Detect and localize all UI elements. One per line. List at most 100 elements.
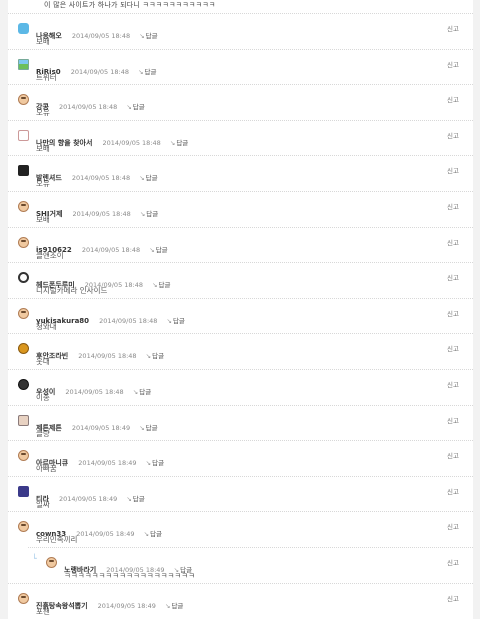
- comment-body: 클량: [36, 428, 50, 438]
- reply-arrow-icon: ↘: [169, 138, 176, 147]
- comment-body: 일짜: [36, 499, 50, 509]
- comment-date: 2014/09/05 18:48: [70, 67, 129, 76]
- dark-character-icon[interactable]: [18, 485, 29, 497]
- comment-item: 티라 2014/09/05 18:49 ↘답글 일짜 신고: [8, 475, 473, 513]
- comment-item: 발렌셔드 2014/09/05 18:48 ↘답글 오유 신고: [8, 155, 473, 192]
- lion-icon[interactable]: [18, 343, 29, 355]
- comment-item: SHI거제 2014/09/05 18:48 ↘답글 보배 신고: [8, 191, 473, 228]
- reply-button[interactable]: ↘답글: [126, 103, 144, 111]
- report-button[interactable]: 신고: [447, 343, 459, 353]
- comment-date: 2014/09/05 18:48: [71, 174, 131, 183]
- reply-indicator-icon: └: [32, 554, 37, 563]
- reply-arrow-icon: ↘: [138, 67, 144, 76]
- reply-arrow-icon: ↘: [126, 494, 132, 503]
- face-icon[interactable]: [18, 236, 29, 248]
- face-icon[interactable]: [18, 592, 29, 604]
- report-button[interactable]: 신고: [447, 521, 459, 531]
- reply-button[interactable]: ↘답글: [139, 32, 157, 40]
- reply-arrow-icon: ↘: [145, 352, 152, 361]
- landscape-icon[interactable]: [18, 58, 29, 70]
- comment-date: 2014/09/05 18:48: [71, 32, 131, 40]
- report-button[interactable]: 신고: [447, 379, 459, 389]
- reply-button[interactable]: ↘답글: [144, 530, 162, 538]
- reply-button[interactable]: ↘답글: [146, 459, 164, 467]
- reply-button[interactable]: ↘답글: [139, 174, 157, 182]
- reply-button[interactable]: ↘답글: [165, 602, 183, 610]
- comment-item: 나만의 향을 찾아서 2014/09/05 18:48 ↘답글 보배 신고: [8, 119, 473, 157]
- comment-body: 디지털카메라 인사이드: [36, 286, 108, 296]
- report-button[interactable]: 신고: [447, 59, 459, 69]
- blue-character-icon[interactable]: [18, 23, 29, 34]
- face-icon[interactable]: [18, 94, 29, 106]
- reply-comment: └ 노랭바라기 2014/09/05 18:49 ↘답글 ㅋㅋㅋㅋㅋㅋㅋㅋㅋㅋㅋ…: [28, 547, 473, 584]
- reply-button[interactable]: ↘답글: [140, 210, 158, 218]
- report-button[interactable]: 신고: [447, 272, 459, 282]
- reply-button[interactable]: ↘답글: [152, 281, 170, 289]
- comment-date: 2014/09/05 18:49: [76, 530, 135, 539]
- reply-arrow-icon: ↘: [139, 32, 145, 40]
- reply-arrow-icon: ↘: [166, 316, 172, 325]
- cat-icon[interactable]: [18, 129, 29, 141]
- comment-date: 2014/09/05 18:48: [81, 245, 141, 254]
- report-button[interactable]: 신고: [447, 23, 459, 33]
- report-button[interactable]: 신고: [447, 486, 459, 496]
- reply-arrow-icon: ↘: [145, 459, 152, 468]
- monster-icon[interactable]: [18, 379, 29, 390]
- comment-body: 웃대: [36, 357, 50, 367]
- report-button[interactable]: 신고: [447, 415, 459, 425]
- report-button[interactable]: 신고: [447, 237, 459, 247]
- reply-button[interactable]: ↘답글: [167, 317, 185, 325]
- report-button[interactable]: 신고: [447, 308, 459, 318]
- report-button[interactable]: 신고: [447, 130, 459, 140]
- reply-button[interactable]: ↘답글: [139, 424, 157, 432]
- face-icon[interactable]: [18, 521, 29, 533]
- reply-button[interactable]: ↘답글: [126, 495, 144, 503]
- reply-arrow-icon: ↘: [149, 245, 155, 254]
- comment-item: 우성이 2014/09/05 18:48 ↘답글 이종 신고: [8, 369, 473, 406]
- report-button[interactable]: 신고: [447, 165, 459, 175]
- black-character-icon[interactable]: [18, 165, 29, 177]
- comment-body: 트위터: [36, 72, 57, 82]
- comment-body: 보배: [36, 37, 50, 46]
- reply-button[interactable]: ↘답글: [133, 388, 151, 396]
- reply-arrow-icon: ↘: [152, 281, 158, 290]
- headphones-icon[interactable]: [18, 272, 29, 284]
- comment-date: 2014/09/05 18:48: [65, 388, 124, 396]
- small-character-icon[interactable]: [18, 414, 29, 426]
- face-icon[interactable]: [18, 307, 29, 319]
- reply-arrow-icon: ↘: [132, 388, 139, 396]
- report-button[interactable]: 신고: [447, 201, 459, 211]
- comment-item: 헤드폰두루미 2014/09/05 18:48 ↘답글 디지털카메라 인사이드 신…: [8, 262, 473, 299]
- comment-body: 보배: [36, 143, 50, 153]
- reply-arrow-icon: ↘: [139, 210, 146, 218]
- reply-button[interactable]: ↘답글: [138, 68, 156, 76]
- reply-button[interactable]: ↘답글: [149, 246, 167, 254]
- comment-date: 2014/09/05 18:49: [58, 494, 118, 503]
- report-button[interactable]: 신고: [447, 450, 459, 460]
- face-icon[interactable]: [18, 201, 29, 212]
- face-icon[interactable]: [18, 450, 29, 462]
- reply-button[interactable]: ↘답글: [170, 139, 188, 147]
- comment-body: 클앤조이: [36, 250, 64, 260]
- reply-button[interactable]: ↘답글: [146, 352, 164, 360]
- comment-panel: 이 많은 사이트가 하나가 되다니 ㅋㅋㅋㅋㅋㅋㅋㅋㅋㅋㅋ 나응해오 2014/…: [8, 0, 473, 619]
- report-button[interactable]: 신고: [447, 593, 459, 603]
- comment-item: RiRis0 2014/09/05 18:48 ↘답글 트위터 신고: [8, 48, 473, 86]
- comment-item: 후안조라빈 2014/09/05 18:48 ↘답글 웃대 신고: [8, 333, 473, 370]
- comment-date: 2014/09/05 18:49: [97, 601, 156, 610]
- report-button[interactable]: 신고: [447, 557, 459, 567]
- comment-body: 이종: [36, 393, 50, 402]
- reply-arrow-icon: ↘: [126, 103, 132, 112]
- comment-body: 포챈: [36, 606, 50, 616]
- comment-body: 아빠꿈: [36, 464, 57, 474]
- reply-arrow-icon: ↘: [139, 174, 145, 183]
- comment-item: cown33 2014/09/05 18:49 ↘답글 우리민족끼리 신고: [8, 511, 473, 548]
- comment-body: 우리민족끼리: [36, 535, 78, 545]
- comment-item: 아르마니큐 2014/09/05 18:49 ↘답글 아빠꿈 신고: [8, 440, 473, 477]
- comment-body: 청와대: [36, 321, 57, 331]
- face-icon[interactable]: [46, 557, 57, 568]
- report-button[interactable]: 신고: [447, 94, 459, 104]
- comment-date: 2014/09/05 18:49: [78, 459, 137, 468]
- reply-arrow-icon: ↘: [143, 530, 150, 539]
- comment-date: 2014/09/05 18:48: [99, 316, 158, 325]
